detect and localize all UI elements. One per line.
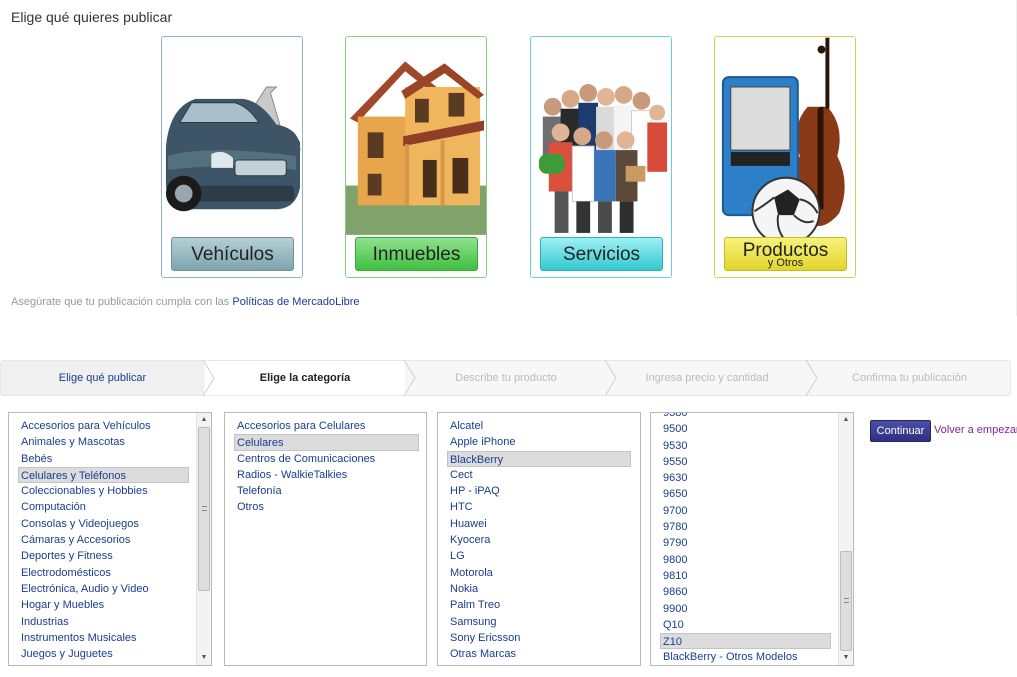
category-option[interactable]: Deportes y Fitness [9, 548, 211, 564]
model-option[interactable]: 9630 [651, 470, 853, 486]
progress-steps: Elige qué publicar Elige la categoría De… [0, 360, 1011, 396]
category-option[interactable]: Electrónica, Audio y Video [9, 581, 211, 597]
step-separator-icon [202, 360, 215, 396]
step-describe-product: Describe tu producto [455, 372, 557, 384]
policy-text: Asegúrate que tu publicación cumpla con … [11, 296, 233, 308]
restart-link[interactable]: Volver a empezar [934, 424, 1017, 436]
step-confirm: Confirma tu publicación [852, 372, 967, 384]
model-option[interactable]: 9550 [651, 454, 853, 470]
brand-option[interactable]: Nokia [438, 581, 640, 597]
brand-option[interactable]: Alcatel [438, 418, 640, 434]
scroll-down-icon[interactable]: ▼ [839, 651, 853, 665]
vehiculos-button[interactable]: Vehículos [171, 237, 294, 271]
category-option[interactable]: Bebés [9, 451, 211, 467]
scroll-down-icon[interactable]: ▼ [197, 651, 211, 665]
model-option[interactable]: 9780 [651, 519, 853, 535]
publish-type-panel: Elige qué quieres publicar Vehículos Inm… [0, 0, 1017, 316]
brand-option[interactable]: Motorola [438, 565, 640, 581]
step-separator-icon [805, 360, 818, 396]
productos-button[interactable]: Productos y Otros [724, 237, 847, 271]
model-list[interactable]: 9380 9500 9530 9550 9630 9650 9700 9780 9790 9800… [650, 412, 854, 666]
category-option[interactable]: Animales y Mascotas [9, 434, 211, 450]
brand-option[interactable]: HTC [438, 499, 640, 515]
scroll-up-icon[interactable]: ▲ [839, 413, 853, 427]
step-separator-icon [604, 360, 617, 396]
servicios-label: Servicios [562, 244, 641, 265]
category-option[interactable]: Accesorios para Vehículos [9, 418, 211, 434]
grip-icon [844, 598, 849, 603]
category-option[interactable]: Industrias [9, 614, 211, 630]
model-option[interactable]: Q10 [651, 617, 853, 633]
model-option[interactable]: BlackBerry - Otros Modelos [651, 649, 853, 665]
card-servicios[interactable]: Servicios [530, 36, 672, 278]
brand-option[interactable]: Sony Ericsson [438, 630, 640, 646]
category-option[interactable]: Cámaras y Accesorios [9, 532, 211, 548]
category-option[interactable]: Celulares y Teléfonos [18, 466, 189, 484]
subcategory-option[interactable]: Radios - WalkieTalkies [225, 467, 426, 483]
category-scrollbar[interactable]: ▲ ▼ [196, 413, 211, 665]
category-option[interactable]: Electrodomésticos [9, 565, 211, 581]
step-choose-category: Elige la categoría [205, 361, 405, 395]
step-choose-type[interactable]: Elige qué publicar [1, 361, 204, 395]
brand-option[interactable]: Kyocera [438, 532, 640, 548]
step-price-quantity: Ingresa precio y cantidad [645, 372, 769, 384]
scroll-thumb[interactable] [198, 427, 210, 591]
inmuebles-label: Inmuebles [372, 244, 461, 265]
card-productos[interactable]: Productos y Otros [714, 36, 856, 278]
brand-list[interactable]: Alcatel Apple iPhone BlackBerry Cect HP - iP… [437, 412, 641, 666]
vehiculos-label: Vehículos [191, 244, 274, 265]
brand-option[interactable]: Huawei [438, 516, 640, 532]
model-option[interactable]: 9500 [651, 421, 853, 437]
brand-option[interactable]: Otras Marcas [438, 646, 640, 662]
category-option[interactable]: Coleccionables y Hobbies [9, 483, 211, 499]
subcategory-option[interactable]: Telefonía [225, 483, 426, 499]
category-list[interactable]: Accesorios para Vehículos Animales y Masc… [8, 412, 212, 666]
category-option[interactable]: Juegos y Juguetes [9, 646, 211, 662]
subcategory-option[interactable]: Accesorios para Celulares [225, 418, 426, 434]
model-option[interactable]: 9380 [651, 413, 853, 421]
brand-option[interactable]: Apple iPhone [438, 434, 640, 450]
page-title: Elige qué quieres publicar [11, 9, 173, 25]
brand-option[interactable]: BlackBerry [447, 450, 631, 467]
model-option[interactable]: 9860 [651, 584, 853, 600]
policy-note: Asegúrate que tu publicación cumpla con … [11, 296, 360, 308]
model-option[interactable]: 9810 [651, 568, 853, 584]
model-option[interactable]: Z10 [660, 633, 831, 650]
scroll-thumb[interactable] [840, 551, 852, 651]
scroll-up-icon[interactable]: ▲ [197, 413, 211, 427]
model-option[interactable]: 9800 [651, 552, 853, 568]
model-option[interactable]: 9700 [651, 503, 853, 519]
grip-icon [202, 506, 207, 511]
subcategory-option[interactable]: Celulares [234, 434, 419, 451]
category-option[interactable]: Consolas y Videojuegos [9, 516, 211, 532]
policy-link[interactable]: Políticas de MercadoLibre [232, 296, 359, 308]
step-separator-icon [403, 360, 416, 396]
model-option[interactable]: 9790 [651, 535, 853, 551]
continue-button[interactable]: Continuar [870, 420, 931, 442]
subcategory-list[interactable]: Accesorios para Celulares Celulares Centro… [224, 412, 427, 666]
category-option[interactable]: Hogar y Muebles [9, 597, 211, 613]
card-vehiculos[interactable]: Vehículos [161, 36, 303, 278]
subcategory-option[interactable]: Centros de Comunicaciones [225, 451, 426, 467]
model-option[interactable]: 9900 [651, 601, 853, 617]
brand-option[interactable]: Samsung [438, 614, 640, 630]
model-option[interactable]: 9650 [651, 486, 853, 502]
brand-option[interactable]: HP - iPAQ [438, 483, 640, 499]
card-inmuebles[interactable]: Inmuebles [345, 36, 487, 278]
category-option[interactable]: Instrumentos Musicales [9, 630, 211, 646]
brand-option[interactable]: Palm Treo [438, 597, 640, 613]
brand-option[interactable]: LG [438, 548, 640, 564]
subcategory-option[interactable]: Otros [225, 499, 426, 515]
category-option[interactable]: Computación [9, 499, 211, 515]
model-scrollbar[interactable]: ▲ ▼ [838, 413, 853, 665]
model-option[interactable]: 9530 [651, 438, 853, 454]
brand-option[interactable]: Cect [438, 467, 640, 483]
inmuebles-button[interactable]: Inmuebles [355, 237, 478, 271]
servicios-button[interactable]: Servicios [540, 237, 663, 271]
